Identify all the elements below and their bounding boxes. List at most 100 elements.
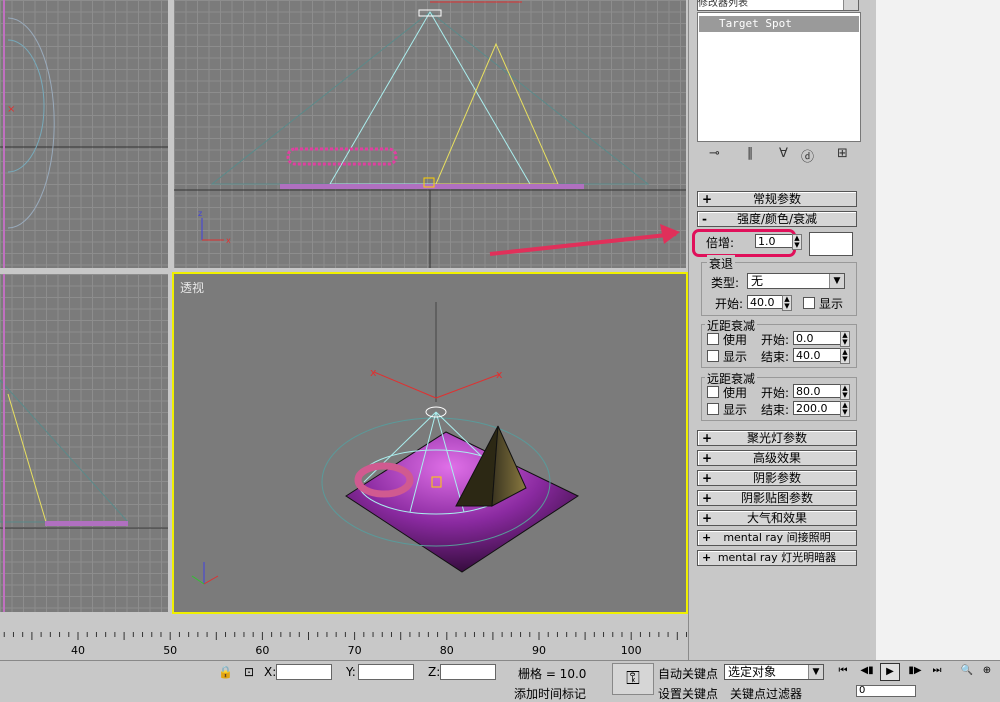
far-end-label: 结束: bbox=[761, 403, 790, 417]
near-use-checkbox[interactable] bbox=[707, 333, 719, 345]
spinner-arrows-icon[interactable]: ▲ ▼ bbox=[782, 295, 792, 311]
modifier-stack[interactable]: Target Spot bbox=[697, 12, 861, 142]
timeline-ruler[interactable]: 40 50 60 70 80 90 100 bbox=[0, 630, 688, 660]
configure-sets-icon[interactable]: ⊞ bbox=[837, 146, 848, 161]
spinner-arrows-icon[interactable]: ▲ ▼ bbox=[840, 348, 850, 364]
timeline-ticks: 40 50 60 70 80 90 100 bbox=[3, 632, 688, 657]
rollout-shadow-map-params[interactable]: + 阴影贴图参数 bbox=[697, 490, 857, 506]
timeline-tick-label: 90 bbox=[532, 644, 546, 657]
decay-start-label: 开始: bbox=[715, 297, 744, 311]
stack-toolbar: ⊸ ∥ ∀ ⓓ ⊞ bbox=[697, 146, 859, 166]
remove-modifier-icon[interactable]: ⓓ bbox=[801, 146, 814, 165]
chevron-down-icon[interactable] bbox=[843, 0, 858, 10]
viewport-top-left[interactable]: × bbox=[0, 0, 170, 268]
pin-stack-icon[interactable]: ⊸ bbox=[709, 146, 720, 161]
svg-text:x: x bbox=[496, 368, 503, 381]
auto-key-button[interactable]: 自动关键点 bbox=[658, 665, 718, 682]
decay-group-label: 衰退 bbox=[707, 255, 736, 272]
previous-frame-icon[interactable]: ◀▮ bbox=[858, 663, 876, 679]
near-show-checkbox[interactable] bbox=[707, 350, 719, 362]
far-start-label: 开始: bbox=[761, 386, 790, 400]
viewport-left-geometry bbox=[0, 274, 168, 612]
viewport-perspective[interactable]: 透视 x x bbox=[172, 272, 688, 614]
add-time-tag-button[interactable]: 添加时间标记 bbox=[514, 685, 586, 702]
spinner-arrows-icon[interactable]: ▲ ▼ bbox=[840, 331, 850, 347]
rollout-atmospheres[interactable]: + 大气和效果 bbox=[697, 510, 857, 526]
timeline-tick-label: 40 bbox=[71, 644, 85, 657]
zoom-icon[interactable]: 🔍 bbox=[958, 663, 976, 679]
near-use-label: 使用 bbox=[723, 333, 748, 347]
outer-background bbox=[876, 0, 1000, 660]
y-coordinate-field[interactable] bbox=[358, 664, 414, 680]
play-icon[interactable]: ▶ bbox=[880, 663, 900, 681]
modifier-list-dropdown[interactable]: 修改器列表 bbox=[697, 0, 859, 11]
rollout-mr-shader[interactable]: + mental ray 灯光明暗器 bbox=[697, 550, 857, 566]
make-unique-icon[interactable]: ∀ bbox=[779, 146, 788, 161]
y-label: Y: bbox=[346, 665, 356, 679]
near-end-label: 结束: bbox=[761, 350, 790, 364]
timeline-tick-label: 70 bbox=[348, 644, 362, 657]
next-frame-icon[interactable]: ▮▶ bbox=[906, 663, 924, 679]
near-start-spinner[interactable]: 0.0 ▲ ▼ bbox=[793, 331, 850, 347]
far-use-checkbox[interactable] bbox=[707, 386, 719, 398]
set-key-button[interactable]: 设置关键点 bbox=[658, 685, 718, 702]
key-filters-button[interactable]: 关键点过滤器 bbox=[730, 685, 802, 702]
spinner-arrows-icon[interactable]: ▲ ▼ bbox=[840, 401, 850, 417]
x-coordinate-field[interactable] bbox=[276, 664, 332, 680]
z-label: Z: bbox=[428, 665, 441, 679]
decay-type-dropdown[interactable]: 无 ▼ bbox=[747, 273, 845, 289]
goto-start-icon[interactable]: ⏮ bbox=[834, 663, 852, 679]
timeline-tick-label: 50 bbox=[163, 644, 177, 657]
x-label: X: bbox=[264, 665, 277, 679]
spinner-arrows-icon[interactable]: ▲ ▼ bbox=[792, 234, 802, 250]
viewport-perspective-geometry: x x bbox=[191, 302, 580, 585]
current-frame-field[interactable]: 0 bbox=[856, 685, 916, 697]
far-start-spinner[interactable]: 80.0 ▲ ▼ bbox=[793, 384, 850, 400]
multiplier-label: 倍增: bbox=[706, 236, 735, 250]
viewport-top-left-geometry: × bbox=[0, 0, 168, 268]
decay-show-label: 显示 bbox=[819, 297, 844, 311]
spinner-arrows-icon[interactable]: ▲ ▼ bbox=[840, 384, 850, 400]
chevron-down-icon[interactable]: ▼ bbox=[808, 665, 823, 679]
absolute-mode-icon[interactable]: ⊡ bbox=[244, 665, 254, 679]
rollout-general-params[interactable]: + 常规参数 bbox=[697, 191, 857, 207]
near-end-spinner[interactable]: 40.0 ▲ ▼ bbox=[793, 348, 850, 364]
far-show-label: 显示 bbox=[723, 403, 748, 417]
light-color-swatch[interactable] bbox=[809, 232, 853, 256]
timeline-tick-label: 60 bbox=[255, 644, 269, 657]
rollout-advanced-effects[interactable]: + 高级效果 bbox=[697, 450, 857, 466]
svg-text:x: x bbox=[370, 366, 377, 379]
chevron-down-icon[interactable]: ▼ bbox=[829, 274, 844, 288]
near-show-label: 显示 bbox=[723, 350, 748, 364]
selected-object-dropdown[interactable]: 选定对象 ▼ bbox=[724, 664, 824, 680]
goto-end-icon[interactable]: ⏭ bbox=[928, 663, 946, 679]
near-start-label: 开始: bbox=[761, 333, 790, 347]
timeline-tick-label: 100 bbox=[621, 644, 642, 657]
modifier-list-label: 修改器列表 bbox=[698, 0, 748, 9]
key-icon[interactable]: ⚿ bbox=[612, 663, 654, 695]
z-coordinate-field[interactable] bbox=[440, 664, 496, 680]
pointer-arrow bbox=[489, 224, 680, 256]
rollout-shadow-params[interactable]: + 阴影参数 bbox=[697, 470, 857, 486]
multiplier-spinner[interactable]: 1.0 ▲ ▼ bbox=[755, 234, 802, 250]
show-end-result-icon[interactable]: ∥ bbox=[747, 146, 754, 161]
stack-item-target-spot[interactable]: Target Spot bbox=[699, 16, 859, 32]
svg-text:×: × bbox=[7, 104, 15, 115]
decay-start-spinner[interactable]: 40.0 ▲ ▼ bbox=[747, 295, 792, 311]
svg-text:z: z bbox=[198, 209, 202, 218]
rollout-spotlight-params[interactable]: + 聚光灯参数 bbox=[697, 430, 857, 446]
status-bar: 🔒 ⊡ X: Y: Z: 栅格 = 10.0 添加时间标记 ⚿ 自动关键点 设置… bbox=[0, 660, 1000, 701]
far-end-spinner[interactable]: 200.0 ▲ ▼ bbox=[793, 401, 850, 417]
decay-show-checkbox[interactable] bbox=[803, 297, 815, 309]
decay-type-label: 类型: bbox=[711, 276, 740, 290]
rollout-intensity[interactable]: - 强度/颜色/衰减 bbox=[697, 211, 857, 227]
far-show-checkbox[interactable] bbox=[707, 403, 719, 415]
lock-selection-icon[interactable]: 🔒 bbox=[218, 665, 233, 679]
svg-text:x: x bbox=[226, 236, 231, 245]
command-panel: 修改器列表 Target Spot ⊸ ∥ ∀ ⓓ ⊞ + 常规参数 - 强度/… bbox=[688, 0, 877, 695]
timeline-tick-label: 80 bbox=[440, 644, 454, 657]
rollout-mr-indirect[interactable]: + mental ray 间接照明 bbox=[697, 530, 857, 546]
grid-spacing-text: 栅格 = 10.0 bbox=[518, 667, 587, 681]
zoom-all-icon[interactable]: ⊕ bbox=[978, 663, 996, 679]
viewport-left[interactable] bbox=[0, 274, 170, 612]
